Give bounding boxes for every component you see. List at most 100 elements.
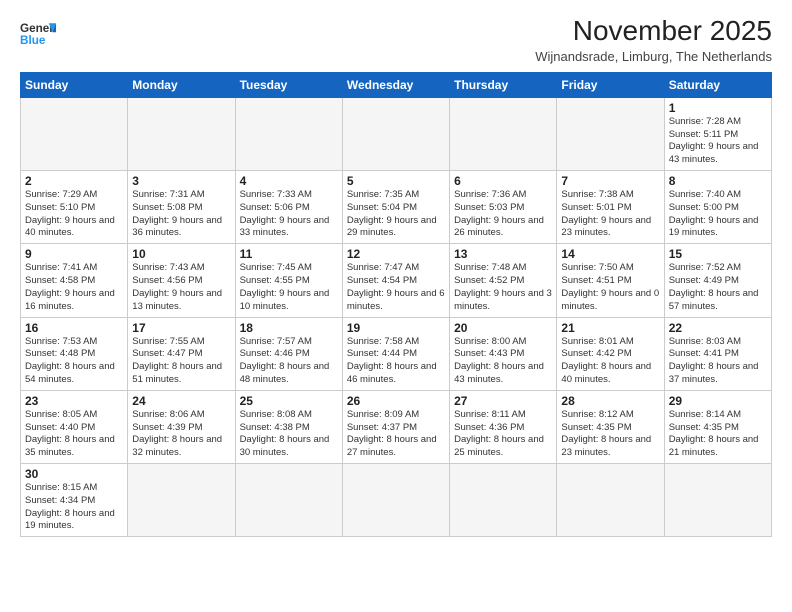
calendar-cell: 15Sunrise: 7:52 AMSunset: 4:49 PMDayligh… [664, 244, 771, 317]
calendar-cell: 27Sunrise: 8:11 AMSunset: 4:36 PMDayligh… [450, 390, 557, 463]
calendar-cell: 12Sunrise: 7:47 AMSunset: 4:54 PMDayligh… [342, 244, 449, 317]
calendar-cell: 26Sunrise: 8:09 AMSunset: 4:37 PMDayligh… [342, 390, 449, 463]
calendar-cell: 23Sunrise: 8:05 AMSunset: 4:40 PMDayligh… [21, 390, 128, 463]
day-info: Sunrise: 7:52 AMSunset: 4:49 PMDaylight:… [669, 262, 767, 313]
logo-icon: General Blue [20, 16, 56, 52]
day-info: Sunrise: 8:12 AMSunset: 4:35 PMDaylight:… [561, 409, 659, 460]
calendar-cell [21, 97, 128, 170]
day-info: Sunrise: 8:09 AMSunset: 4:37 PMDaylight:… [347, 409, 445, 460]
calendar-cell: 8Sunrise: 7:40 AMSunset: 5:00 PMDaylight… [664, 171, 771, 244]
calendar-cell: 2Sunrise: 7:29 AMSunset: 5:10 PMDaylight… [21, 171, 128, 244]
day-info: Sunrise: 8:00 AMSunset: 4:43 PMDaylight:… [454, 336, 552, 387]
day-info: Sunrise: 7:47 AMSunset: 4:54 PMDaylight:… [347, 262, 445, 313]
day-info: Sunrise: 8:05 AMSunset: 4:40 PMDaylight:… [25, 409, 123, 460]
day-number: 15 [669, 247, 767, 261]
day-number: 25 [240, 394, 338, 408]
day-number: 30 [25, 467, 123, 481]
calendar-cell [128, 97, 235, 170]
day-number: 1 [669, 101, 767, 115]
weekday-saturday: Saturday [664, 72, 771, 97]
calendar-cell: 13Sunrise: 7:48 AMSunset: 4:52 PMDayligh… [450, 244, 557, 317]
day-number: 9 [25, 247, 123, 261]
calendar-cell: 11Sunrise: 7:45 AMSunset: 4:55 PMDayligh… [235, 244, 342, 317]
page: General Blue November 2025 Wijnandsrade,… [0, 0, 792, 612]
calendar-cell [235, 97, 342, 170]
day-number: 26 [347, 394, 445, 408]
day-info: Sunrise: 7:57 AMSunset: 4:46 PMDaylight:… [240, 336, 338, 387]
calendar-cell: 10Sunrise: 7:43 AMSunset: 4:56 PMDayligh… [128, 244, 235, 317]
calendar-cell: 17Sunrise: 7:55 AMSunset: 4:47 PMDayligh… [128, 317, 235, 390]
week-row-5: 30Sunrise: 8:15 AMSunset: 4:34 PMDayligh… [21, 464, 772, 537]
day-number: 4 [240, 174, 338, 188]
weekday-friday: Friday [557, 72, 664, 97]
calendar-cell [450, 464, 557, 537]
day-info: Sunrise: 8:11 AMSunset: 4:36 PMDaylight:… [454, 409, 552, 460]
day-info: Sunrise: 8:06 AMSunset: 4:39 PMDaylight:… [132, 409, 230, 460]
day-info: Sunrise: 8:03 AMSunset: 4:41 PMDaylight:… [669, 336, 767, 387]
calendar-cell: 28Sunrise: 8:12 AMSunset: 4:35 PMDayligh… [557, 390, 664, 463]
day-info: Sunrise: 7:53 AMSunset: 4:48 PMDaylight:… [25, 336, 123, 387]
day-number: 19 [347, 321, 445, 335]
day-info: Sunrise: 7:31 AMSunset: 5:08 PMDaylight:… [132, 189, 230, 240]
calendar-cell: 4Sunrise: 7:33 AMSunset: 5:06 PMDaylight… [235, 171, 342, 244]
day-info: Sunrise: 7:48 AMSunset: 4:52 PMDaylight:… [454, 262, 552, 313]
day-number: 5 [347, 174, 445, 188]
calendar-cell: 21Sunrise: 8:01 AMSunset: 4:42 PMDayligh… [557, 317, 664, 390]
calendar-cell: 9Sunrise: 7:41 AMSunset: 4:58 PMDaylight… [21, 244, 128, 317]
day-number: 24 [132, 394, 230, 408]
day-number: 23 [25, 394, 123, 408]
day-number: 27 [454, 394, 552, 408]
day-info: Sunrise: 8:15 AMSunset: 4:34 PMDaylight:… [25, 482, 123, 533]
day-info: Sunrise: 7:38 AMSunset: 5:01 PMDaylight:… [561, 189, 659, 240]
calendar-cell: 22Sunrise: 8:03 AMSunset: 4:41 PMDayligh… [664, 317, 771, 390]
calendar-cell [235, 464, 342, 537]
calendar-cell [342, 464, 449, 537]
calendar: SundayMondayTuesdayWednesdayThursdayFrid… [20, 72, 772, 538]
calendar-cell [557, 464, 664, 537]
header: General Blue November 2025 Wijnandsrade,… [20, 16, 772, 64]
calendar-cell: 20Sunrise: 8:00 AMSunset: 4:43 PMDayligh… [450, 317, 557, 390]
day-number: 22 [669, 321, 767, 335]
day-number: 8 [669, 174, 767, 188]
day-info: Sunrise: 7:33 AMSunset: 5:06 PMDaylight:… [240, 189, 338, 240]
day-number: 11 [240, 247, 338, 261]
day-number: 10 [132, 247, 230, 261]
calendar-cell [450, 97, 557, 170]
day-info: Sunrise: 8:01 AMSunset: 4:42 PMDaylight:… [561, 336, 659, 387]
day-info: Sunrise: 7:43 AMSunset: 4:56 PMDaylight:… [132, 262, 230, 313]
calendar-cell: 6Sunrise: 7:36 AMSunset: 5:03 PMDaylight… [450, 171, 557, 244]
day-number: 13 [454, 247, 552, 261]
calendar-cell: 18Sunrise: 7:57 AMSunset: 4:46 PMDayligh… [235, 317, 342, 390]
weekday-wednesday: Wednesday [342, 72, 449, 97]
calendar-cell: 5Sunrise: 7:35 AMSunset: 5:04 PMDaylight… [342, 171, 449, 244]
day-number: 17 [132, 321, 230, 335]
weekday-monday: Monday [128, 72, 235, 97]
calendar-cell: 3Sunrise: 7:31 AMSunset: 5:08 PMDaylight… [128, 171, 235, 244]
calendar-cell: 25Sunrise: 8:08 AMSunset: 4:38 PMDayligh… [235, 390, 342, 463]
week-row-1: 2Sunrise: 7:29 AMSunset: 5:10 PMDaylight… [21, 171, 772, 244]
day-number: 21 [561, 321, 659, 335]
weekday-thursday: Thursday [450, 72, 557, 97]
day-number: 12 [347, 247, 445, 261]
day-info: Sunrise: 7:29 AMSunset: 5:10 PMDaylight:… [25, 189, 123, 240]
day-number: 20 [454, 321, 552, 335]
day-number: 14 [561, 247, 659, 261]
logo: General Blue [20, 16, 56, 52]
weekday-tuesday: Tuesday [235, 72, 342, 97]
day-info: Sunrise: 7:36 AMSunset: 5:03 PMDaylight:… [454, 189, 552, 240]
day-info: Sunrise: 7:28 AMSunset: 5:11 PMDaylight:… [669, 116, 767, 167]
day-info: Sunrise: 7:41 AMSunset: 4:58 PMDaylight:… [25, 262, 123, 313]
day-info: Sunrise: 8:08 AMSunset: 4:38 PMDaylight:… [240, 409, 338, 460]
day-info: Sunrise: 7:58 AMSunset: 4:44 PMDaylight:… [347, 336, 445, 387]
day-number: 28 [561, 394, 659, 408]
calendar-cell [342, 97, 449, 170]
calendar-cell: 30Sunrise: 8:15 AMSunset: 4:34 PMDayligh… [21, 464, 128, 537]
day-number: 18 [240, 321, 338, 335]
calendar-cell: 19Sunrise: 7:58 AMSunset: 4:44 PMDayligh… [342, 317, 449, 390]
day-info: Sunrise: 8:14 AMSunset: 4:35 PMDaylight:… [669, 409, 767, 460]
calendar-cell [664, 464, 771, 537]
calendar-cell: 29Sunrise: 8:14 AMSunset: 4:35 PMDayligh… [664, 390, 771, 463]
day-number: 2 [25, 174, 123, 188]
calendar-cell [128, 464, 235, 537]
week-row-4: 23Sunrise: 8:05 AMSunset: 4:40 PMDayligh… [21, 390, 772, 463]
